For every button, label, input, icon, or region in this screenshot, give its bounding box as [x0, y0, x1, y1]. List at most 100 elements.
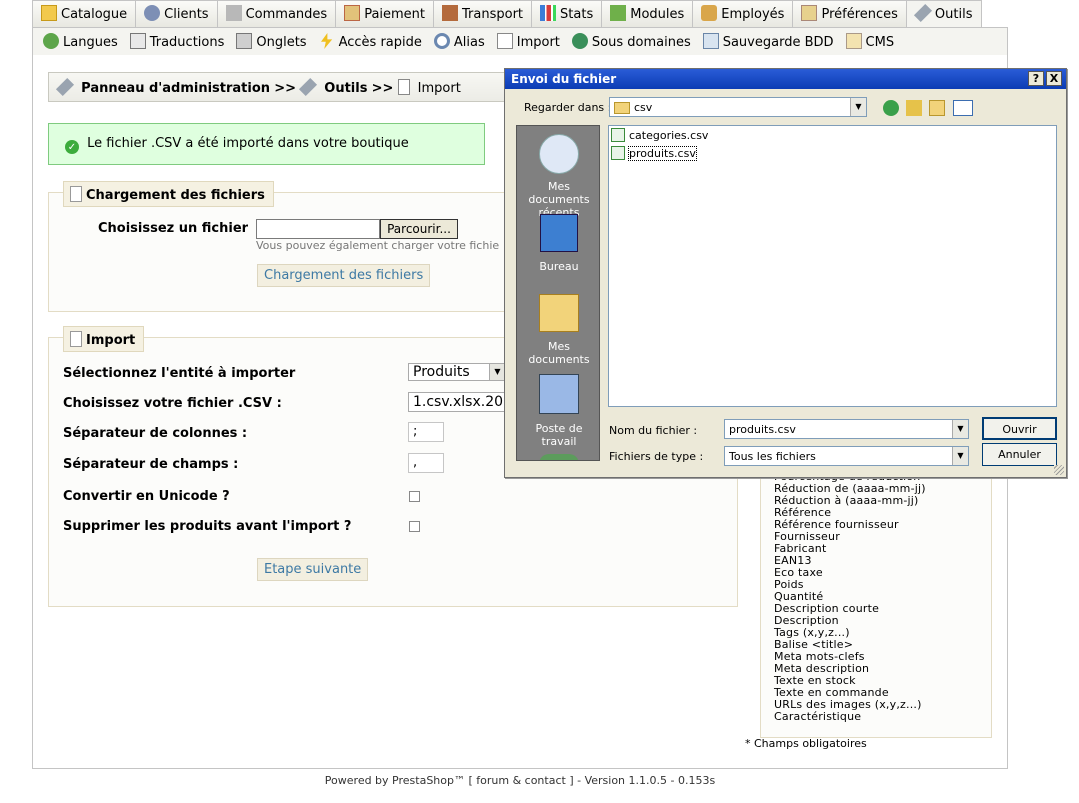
- unicode-checkbox[interactable]: [409, 491, 420, 502]
- place-recent[interactable]: Mes documents récents: [517, 134, 599, 219]
- delete-products-label: Supprimer les produits avant l'import ?: [63, 519, 352, 534]
- import-icon: [397, 79, 410, 95]
- wrench-icon: [913, 3, 932, 23]
- breadcrumb-tools[interactable]: Outils: [324, 81, 367, 96]
- new-folder-icon[interactable]: [929, 100, 945, 116]
- tab-transport[interactable]: Transport: [433, 0, 533, 27]
- database-icon: [702, 33, 719, 49]
- field-separator-input[interactable]: ,: [408, 453, 444, 473]
- subtab-cms[interactable]: CMS: [845, 33, 894, 50]
- column-separator-input[interactable]: ;: [408, 422, 444, 442]
- next-step-button[interactable]: Etape suivante: [257, 558, 369, 581]
- tab-outils[interactable]: Outils: [905, 0, 982, 28]
- csv-file-label: Choisissez votre fichier .CSV :: [63, 396, 282, 411]
- breadcrumb-current: Import: [417, 81, 461, 96]
- resize-grip-icon[interactable]: [1054, 465, 1064, 475]
- help-button[interactable]: ?: [1028, 71, 1044, 86]
- subtab-onglets[interactable]: Onglets: [236, 33, 307, 50]
- my-documents-icon: [539, 294, 579, 332]
- puzzle-icon: [610, 5, 627, 21]
- csv-file-select[interactable]: 1.csv.xlsx.20: [408, 392, 506, 412]
- dialog-titlebar: Envoi du fichier ? X: [505, 69, 1066, 89]
- delete-products-checkbox[interactable]: [409, 521, 420, 532]
- required-note: * Champs obligatoires: [745, 737, 867, 750]
- cms-icon: [845, 33, 862, 49]
- folder-icon: [41, 5, 57, 21]
- subtab-alias[interactable]: Alias: [433, 33, 485, 50]
- tab-stats[interactable]: Stats: [531, 0, 603, 27]
- chevron-down-icon: ▼: [489, 364, 505, 380]
- translate-icon: [129, 33, 146, 49]
- subtab-import[interactable]: Import: [496, 33, 560, 50]
- preferences-icon: [801, 5, 818, 21]
- subtab-sauvegarde-bdd[interactable]: Sauvegarde BDD: [702, 33, 834, 50]
- open-button[interactable]: Ouvrir: [982, 417, 1057, 440]
- csv-file-icon: [611, 128, 625, 142]
- main-tabs: Catalogue Clients Commandes Paiement Tra…: [32, 0, 982, 28]
- file-input[interactable]: [256, 219, 380, 239]
- field-separator-label: Séparateur de champs :: [63, 457, 239, 472]
- cancel-button[interactable]: Annuler: [982, 443, 1057, 466]
- sub-tabs: Langues Traductions Onglets Accès rapide…: [32, 27, 1008, 55]
- file-item-selected[interactable]: produits.csv: [611, 146, 697, 161]
- subtab-sous-domaines[interactable]: Sous domaines: [571, 33, 691, 50]
- upload-submit-button[interactable]: Chargement des fichiers: [257, 264, 431, 287]
- back-icon[interactable]: [883, 100, 899, 116]
- look-in-label: Regarder dans :: [524, 101, 612, 114]
- choose-file-label: Choisissez un fichier: [98, 221, 249, 236]
- place-desktop[interactable]: Bureau: [517, 214, 599, 273]
- tabs-icon: [236, 33, 253, 49]
- globe-icon: [43, 33, 59, 49]
- truck-icon: [442, 5, 459, 21]
- tab-paiement[interactable]: Paiement: [335, 0, 435, 27]
- lightning-icon: [320, 33, 333, 49]
- up-folder-icon[interactable]: [906, 100, 922, 116]
- look-in-combo[interactable]: csv ▼: [609, 97, 867, 117]
- places-bar: Mes documents récents Bureau Mes documen…: [516, 125, 600, 461]
- check-icon: ✓: [65, 140, 79, 154]
- file-list[interactable]: categories.csv produits.csv: [608, 125, 1057, 407]
- entity-select[interactable]: Produits ▼: [408, 363, 506, 381]
- place-my-computer[interactable]: Poste de travail: [517, 374, 599, 448]
- upload-legend: Chargement des fichiers: [63, 181, 274, 207]
- tab-clients[interactable]: Clients: [135, 0, 218, 27]
- tab-preferences[interactable]: Préférences: [792, 0, 907, 27]
- csv-file-icon: [611, 146, 625, 160]
- chevron-down-icon: ▼: [850, 98, 866, 116]
- filetype-select[interactable]: Tous les fichiers ▼: [724, 446, 969, 466]
- import-icon: [496, 33, 513, 49]
- subtab-traductions[interactable]: Traductions: [129, 33, 224, 50]
- place-my-documents[interactable]: Mes documents: [517, 294, 599, 366]
- entity-label: Sélectionnez l'entité à importer: [63, 366, 296, 381]
- filename-label: Nom du fichier :: [609, 424, 698, 437]
- subtab-langues[interactable]: Langues: [43, 33, 118, 50]
- close-button[interactable]: X: [1046, 71, 1062, 86]
- import-icon: [70, 331, 82, 347]
- chart-icon: [540, 5, 557, 21]
- field-name-item: Caractéristique: [774, 710, 862, 723]
- browse-button[interactable]: Parcourir...: [380, 219, 458, 239]
- my-computer-icon: [539, 374, 579, 414]
- user-icon: [144, 5, 161, 21]
- network-places-icon[interactable]: [539, 454, 579, 460]
- subtab-acces-rapide[interactable]: Accès rapide: [319, 33, 422, 50]
- file-dialog: Envoi du fichier ? X Regarder dans : csv…: [504, 68, 1067, 478]
- file-item[interactable]: categories.csv: [611, 128, 708, 142]
- tab-catalogue[interactable]: Catalogue: [32, 0, 137, 27]
- unicode-label: Convertir en Unicode ?: [63, 489, 230, 504]
- tab-modules[interactable]: Modules: [601, 0, 694, 27]
- wrench-icon: [299, 77, 318, 97]
- upload-hint: Vous pouvez également charger votre fich…: [256, 239, 500, 252]
- upload-section: [48, 192, 508, 312]
- breadcrumb-root[interactable]: Panneau d'administration: [81, 81, 270, 96]
- wrench-icon: [55, 77, 75, 97]
- payment-icon: [344, 5, 361, 21]
- chevron-down-icon: ▼: [952, 447, 968, 465]
- breadcrumb: Panneau d'administration >> Outils >> Im…: [48, 72, 528, 102]
- filetype-label: Fichiers de type :: [609, 450, 704, 463]
- view-menu-icon[interactable]: [953, 100, 973, 116]
- tab-commandes[interactable]: Commandes: [216, 0, 337, 27]
- cart-icon: [225, 5, 242, 21]
- filename-input[interactable]: produits.csv ▼: [724, 419, 969, 439]
- tab-employes[interactable]: Employés: [692, 0, 794, 27]
